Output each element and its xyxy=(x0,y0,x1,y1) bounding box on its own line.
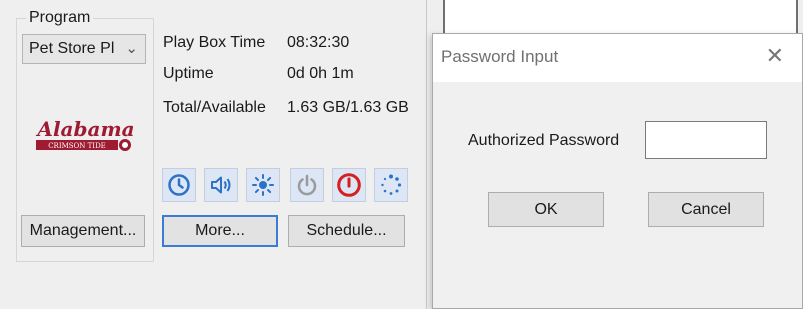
total-available-label: Total/Available xyxy=(163,99,266,116)
ok-button[interactable]: OK xyxy=(488,192,604,227)
volume-button[interactable] xyxy=(204,168,238,202)
password-dialog: Password Input ✕ Authorized Password OK … xyxy=(432,33,803,309)
power-button[interactable] xyxy=(290,168,324,202)
close-icon[interactable]: ✕ xyxy=(766,43,784,69)
program-group-label: Program xyxy=(26,8,94,28)
loading-button[interactable] xyxy=(374,168,408,202)
uptime-label: Uptime xyxy=(163,65,214,82)
more-button[interactable]: More... xyxy=(162,215,278,247)
loading-icon xyxy=(381,174,402,195)
alabama-logo: Alabama CRIMSON TIDE xyxy=(35,117,135,151)
power-icon xyxy=(297,174,317,196)
play-box-time-value: 08:32:30 xyxy=(287,34,350,51)
brightness-icon xyxy=(252,174,274,196)
program-select[interactable]: Pet Store Pl ⌄ xyxy=(22,34,146,64)
management-button[interactable]: Management... xyxy=(21,215,145,247)
panel-divider xyxy=(426,0,427,309)
clock-icon xyxy=(168,174,190,196)
svg-text:CRIMSON TIDE: CRIMSON TIDE xyxy=(48,142,106,150)
svg-text:Alabama: Alabama xyxy=(35,117,134,141)
background-window xyxy=(443,0,798,36)
clock-button[interactable] xyxy=(162,168,196,202)
brightness-button[interactable] xyxy=(246,168,280,202)
dialog-titlebar: Password Input ✕ xyxy=(433,34,802,82)
authorized-password-label: Authorized Password xyxy=(468,132,620,149)
password-input[interactable] xyxy=(645,121,767,159)
shutdown-icon xyxy=(337,173,361,197)
schedule-button[interactable]: Schedule... xyxy=(288,215,405,247)
dialog-title: Password Input xyxy=(441,47,559,66)
chevron-down-icon[interactable]: ⌄ xyxy=(125,35,138,63)
cancel-button[interactable]: Cancel xyxy=(648,192,764,227)
shutdown-button[interactable] xyxy=(332,168,366,202)
volume-icon xyxy=(211,176,231,194)
play-box-time-label: Play Box Time xyxy=(163,34,266,51)
uptime-value: 0d 0h 1m xyxy=(287,65,354,82)
total-available-value: 1.63 GB/1.63 GB xyxy=(287,99,409,116)
program-select-value: Pet Store Pl xyxy=(29,40,115,57)
